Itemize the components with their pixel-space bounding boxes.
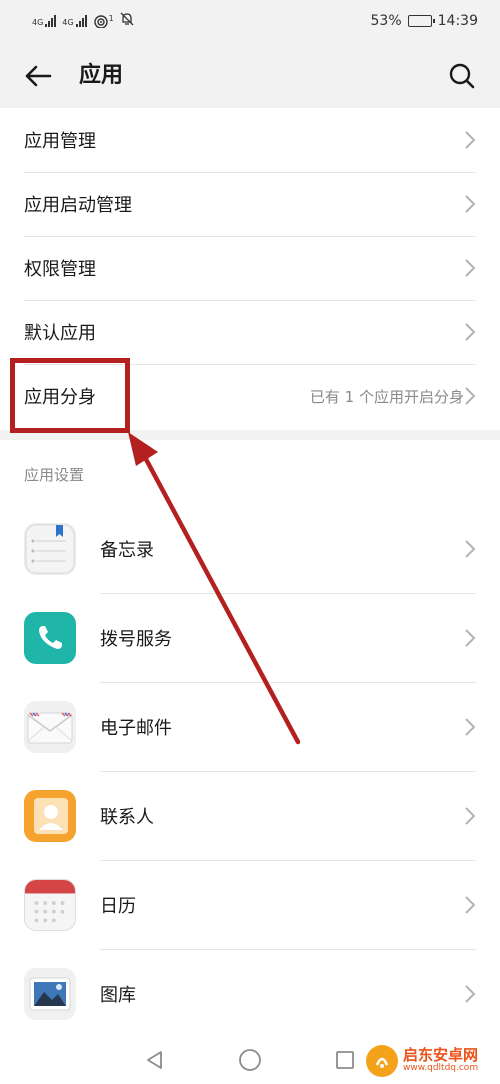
list-item-label: 应用启动管理 [24, 195, 132, 216]
app-item-contacts[interactable]: 联系人 [0, 771, 500, 860]
battery-percent: 53% [370, 13, 402, 29]
app-item-email[interactable]: 电子邮件 [0, 682, 500, 771]
nav-recent-button[interactable] [334, 1049, 356, 1075]
list-item-startup-management[interactable]: 应用启动管理 [0, 172, 500, 236]
chevron-right-icon [465, 895, 476, 914]
phone-icon [24, 611, 76, 664]
section-divider [0, 430, 500, 440]
status-bar: 4G 4G 1 53% 14:39 [0, 0, 500, 42]
app-label: 图库 [100, 984, 136, 1006]
app-item-notepad[interactable]: 备忘录 [0, 504, 500, 593]
notepad-icon [24, 522, 76, 575]
calendar-icon [24, 878, 76, 931]
chevron-right-icon [465, 806, 476, 825]
chevron-right-icon [465, 984, 476, 1003]
watermark-url: www.qdltdq.com [403, 1063, 479, 1074]
chevron-right-icon [465, 195, 476, 213]
battery-icon [407, 15, 435, 27]
list-item-label: 应用分身 [24, 387, 96, 408]
square-recent-icon [336, 1051, 354, 1069]
status-time: 14:39 [437, 13, 478, 29]
app-options-list: 应用管理 应用启动管理 权限管理 默认应用 应用分身 已有 1 个应用开启分身 [0, 108, 500, 430]
section-title: 应用设置 [24, 465, 85, 484]
app-item-gallery[interactable]: 图库 [0, 949, 500, 1038]
wifi-sup: 1 [108, 14, 114, 23]
chevron-right-icon [465, 628, 476, 647]
list-item-label: 权限管理 [24, 259, 96, 280]
app-twin-status: 已有 1 个应用开启分身 [309, 387, 464, 406]
list-item-app-management[interactable]: 应用管理 [0, 108, 500, 172]
app-label: 联系人 [100, 806, 154, 828]
chevron-right-icon [465, 717, 476, 736]
signal-sim2-icon: 4G [62, 15, 87, 27]
app-label: 备忘录 [100, 539, 154, 561]
chevron-right-icon [465, 539, 476, 558]
app-item-calendar[interactable]: 日历 [0, 860, 500, 949]
chevron-right-icon [465, 323, 476, 341]
signal-tag-1: 4G [32, 18, 44, 27]
app-label: 日历 [100, 895, 136, 917]
list-item-permission-management[interactable]: 权限管理 [0, 236, 500, 300]
app-item-dialer[interactable]: 拨号服务 [0, 593, 500, 682]
mute-bell-icon [120, 12, 134, 30]
mail-icon [24, 700, 76, 753]
search-button[interactable] [446, 60, 478, 92]
arrow-left-icon [25, 65, 52, 87]
wifi-icon: 1 [93, 14, 114, 28]
app-label: 电子邮件 [100, 717, 172, 739]
watermark: 启东安卓网 www.qdltdq.com [366, 1040, 496, 1082]
signal-tag-2: 4G [62, 18, 74, 27]
chevron-right-icon [465, 131, 476, 149]
circle-home-icon [239, 1049, 261, 1071]
app-settings-list: 应用设置 备忘录 拨号服务 电子邮件 联系人 日历 图库 [0, 440, 500, 1040]
back-button[interactable] [22, 60, 54, 92]
watermark-name: 启东安卓网 [403, 1046, 479, 1065]
watermark-logo-icon [366, 1045, 398, 1077]
gallery-icon [24, 967, 76, 1020]
list-item-label: 应用管理 [24, 131, 96, 152]
app-label: 拨号服务 [100, 628, 172, 650]
page-title: 应用 [79, 63, 124, 88]
list-item-default-apps[interactable]: 默认应用 [0, 300, 500, 364]
signal-sim1-icon: 4G [32, 15, 57, 27]
app-header: 应用 [0, 42, 500, 108]
chevron-right-icon [465, 259, 476, 277]
nav-back-button[interactable] [144, 1049, 166, 1075]
contacts-icon [24, 789, 76, 842]
status-left: 4G 4G 1 [32, 12, 134, 30]
triangle-back-icon [147, 1051, 162, 1069]
search-icon [449, 63, 475, 89]
status-right: 53% 14:39 [371, 13, 478, 29]
list-item-app-twin[interactable]: 应用分身 已有 1 个应用开启分身 [0, 364, 500, 428]
nav-home-button[interactable] [238, 1048, 262, 1076]
list-item-label: 默认应用 [24, 323, 96, 344]
chevron-right-icon [465, 387, 476, 405]
